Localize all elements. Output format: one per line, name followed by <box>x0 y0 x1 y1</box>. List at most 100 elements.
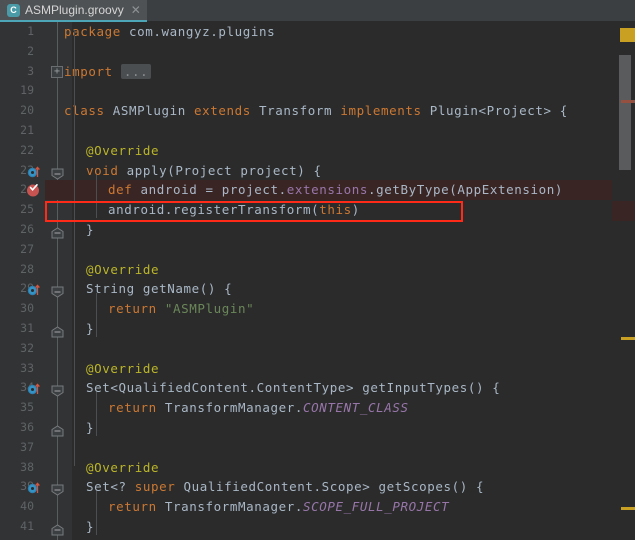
code-token: SCOPE_FULL_PROJECT <box>303 499 450 515</box>
fold-collapse-icon[interactable] <box>51 168 64 180</box>
line-number: 1 <box>27 24 34 38</box>
implementation-gutter-marker[interactable] <box>27 480 41 494</box>
code-text[interactable]: @Override <box>86 141 159 161</box>
code-token: } <box>86 321 95 336</box>
code-line[interactable]: 27 <box>0 240 635 260</box>
code-token: @Override <box>86 142 160 158</box>
folded-import-placeholder[interactable]: ... <box>120 63 152 79</box>
fold-expand-icon[interactable]: + <box>51 65 63 78</box>
code-editor[interactable]: 1 package com.wangyz.plugins 2 3 + import ...… <box>0 22 635 540</box>
code-line[interactable]: 2 <box>0 42 635 62</box>
code-token: @Override <box>86 459 160 475</box>
code-text[interactable]: void apply(Project project) { <box>86 161 322 181</box>
implementation-gutter-marker[interactable] <box>27 164 41 178</box>
line-number: 30 <box>20 301 34 316</box>
line-number: 3 <box>27 63 34 78</box>
fold-end-icon[interactable] <box>51 524 64 536</box>
code-text[interactable]: Set<? super QualifiedContent.Scope> getS… <box>86 477 484 497</box>
code-token: this <box>319 202 352 218</box>
stripe-warning-2[interactable] <box>621 507 635 510</box>
fold-gutter-marker[interactable] <box>51 283 64 298</box>
code-line[interactable]: 21 <box>0 121 635 141</box>
editor-tab-asmplugin[interactable]: C ASMPlugin.groovy ✕ <box>0 0 147 22</box>
implementation-gutter-marker[interactable] <box>27 282 41 296</box>
code-line[interactable]: 20 class ASMPlugin extends Transform impl… <box>0 101 635 121</box>
code-line[interactable]: 19 <box>0 81 635 101</box>
indent-guide <box>96 392 97 436</box>
code-text[interactable]: return TransformManager.SCOPE_FULL_PROJE… <box>108 497 449 517</box>
code-token: return <box>108 499 157 515</box>
code-line[interactable]: 38 @Override <box>0 458 635 478</box>
line-number: 38 <box>20 459 34 474</box>
implementation-marker-icon[interactable] <box>27 165 41 179</box>
code-token: String getName() { <box>86 281 233 297</box>
fold-collapse-icon[interactable] <box>51 385 64 397</box>
fold-collapse-icon[interactable] <box>51 286 64 298</box>
code-text[interactable]: } <box>86 220 94 240</box>
fold-gutter-marker[interactable] <box>51 224 64 239</box>
code-token: return <box>108 400 157 416</box>
fold-gutter-marker[interactable] <box>51 382 64 397</box>
code-line[interactable]: 28 @Override <box>0 260 635 280</box>
fold-collapse-icon[interactable] <box>51 484 64 496</box>
code-text[interactable]: android.registerTransform(this) <box>108 200 360 220</box>
editor-tab-bar: C ASMPlugin.groovy ✕ <box>0 0 635 22</box>
code-line[interactable]: 37 <box>0 438 635 458</box>
code-line[interactable]: 1 package com.wangyz.plugins <box>0 22 635 42</box>
breakpoint-gutter-marker[interactable] <box>25 182 41 198</box>
fold-gutter-marker[interactable] <box>51 481 64 496</box>
code-text[interactable]: class ASMPlugin extends Transform implem… <box>64 101 568 121</box>
fold-gutter-marker[interactable] <box>51 521 64 536</box>
code-text[interactable]: @Override <box>86 359 159 379</box>
code-text[interactable]: } <box>86 319 94 339</box>
line-number: 20 <box>20 103 34 118</box>
code-text[interactable]: Set<QualifiedContent.ContentType> getInp… <box>86 378 500 398</box>
implementation-marker-icon[interactable] <box>27 283 41 297</box>
code-text[interactable]: String getName() { <box>86 279 232 299</box>
close-icon[interactable]: ✕ <box>129 4 141 16</box>
vertical-scrollbar-thumb[interactable] <box>619 55 631 170</box>
code-token: import <box>64 63 113 79</box>
code-token: QualifiedContent.Scope> getScopes() { <box>175 479 485 495</box>
code-text[interactable]: } <box>86 517 94 537</box>
code-line[interactable]: 32 <box>0 339 635 359</box>
code-text[interactable]: def android = project.extensions.getByTy… <box>108 180 563 200</box>
code-token: Transform <box>250 103 341 119</box>
code-text[interactable]: return TransformManager.CONTENT_CLASS <box>108 398 409 418</box>
line-number: 21 <box>20 123 34 137</box>
code-text[interactable]: @Override <box>86 260 159 280</box>
code-line[interactable]: 33 @Override <box>0 359 635 379</box>
breakpoint-icon[interactable] <box>25 182 41 198</box>
line-number: 40 <box>20 499 34 514</box>
code-text[interactable]: @Override <box>86 458 159 478</box>
fold-end-icon[interactable] <box>51 227 64 239</box>
tab-bar-empty-space <box>146 0 635 22</box>
stripe-warning-1[interactable] <box>621 337 635 340</box>
code-text[interactable]: import ... <box>64 62 152 82</box>
code-text[interactable]: return "ASMPlugin" <box>108 299 254 319</box>
fold-gutter-marker[interactable] <box>51 165 64 180</box>
code-text[interactable]: } <box>86 418 94 438</box>
line-number: 37 <box>20 439 34 454</box>
code-token: super <box>134 479 176 495</box>
fold-end-icon[interactable] <box>51 326 64 338</box>
error-stripe-marker-bar[interactable] <box>612 22 635 540</box>
code-line[interactable]: 22 @Override <box>0 141 635 161</box>
stripe-modified[interactable] <box>621 100 635 103</box>
line-number: 2 <box>27 43 34 58</box>
code-text[interactable]: package com.wangyz.plugins <box>64 22 275 42</box>
code-line[interactable]: 3 + import ... <box>0 62 635 82</box>
code-token: android.registerTransform( <box>108 202 320 218</box>
code-line[interactable]: 26} <box>0 220 635 240</box>
implementation-marker-icon[interactable] <box>27 481 41 495</box>
implementation-gutter-marker[interactable] <box>27 381 41 395</box>
implementation-marker-icon[interactable] <box>27 382 41 396</box>
code-token: "ASMPlugin" <box>164 301 255 317</box>
fold-gutter-marker[interactable] <box>51 422 64 437</box>
code-token: package <box>64 24 121 39</box>
code-token: Set<? <box>86 479 135 495</box>
fold-end-icon[interactable] <box>51 425 64 437</box>
tab-title: ASMPlugin.groovy <box>25 3 124 17</box>
fold-gutter-marker[interactable] <box>51 323 64 338</box>
inspection-status-icon[interactable] <box>620 28 635 42</box>
